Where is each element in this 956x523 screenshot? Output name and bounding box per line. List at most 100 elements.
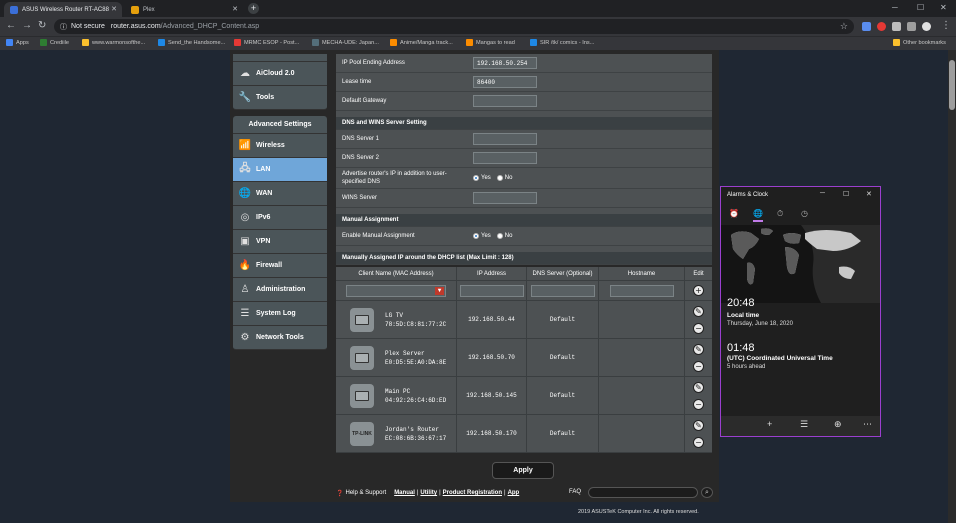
sidebar-item-network-tools[interactable]: ⚙ Network Tools [233,326,327,350]
bookmark-item[interactable]: MRMC ESOP - Post... [234,39,299,46]
add-entry-button[interactable]: + [693,285,704,296]
sidebar-item-firewall[interactable]: 🔥 Firewall [233,254,327,278]
back-arrow-icon[interactable]: ← [6,20,16,31]
close-icon[interactable]: ✕ [866,190,872,198]
sidebar-item-ipv6[interactable]: ◎ IPv6 [233,206,327,230]
pool-end-row: IP Pool Ending Address 192.168.50.254 [336,54,712,73]
product-registration-link[interactable]: Product Registration [443,490,502,496]
utility-link[interactable]: Utility [420,490,437,496]
advertise-yes-radio[interactable]: Yes [473,175,491,181]
extension-icon[interactable] [877,22,886,31]
delete-entry-button[interactable]: − [693,322,704,334]
sidebar-item-wan[interactable]: 🌐 WAN [233,182,327,206]
scrollbar-thumb[interactable] [949,60,955,110]
forward-arrow-icon[interactable]: → [22,20,32,31]
bookmark-item[interactable]: Anime/Manga track... [390,39,453,46]
local-time: 20:48 [727,297,755,309]
column-header: IP Address [457,267,527,280]
client-name: Jordan's Router [385,425,440,433]
close-window-icon[interactable]: ✕ [940,3,947,12]
minimize-icon[interactable]: ─ [820,190,825,197]
dns1-input[interactable] [473,133,537,145]
delete-entry-button[interactable]: − [693,360,704,372]
apply-button[interactable]: Apply [492,462,554,479]
dns-server-input[interactable] [530,284,595,297]
kebab-menu-icon[interactable]: ⋮ [941,20,951,31]
select-list-icon[interactable]: ☰ [800,419,808,430]
page-scrollbar[interactable] [948,50,956,523]
new-tab-button[interactable]: + [248,3,259,14]
close-icon[interactable]: ✕ [232,5,238,13]
close-icon[interactable]: ✕ [111,5,117,13]
alarm-tab-icon[interactable]: ⏰ [729,209,739,218]
compare-clocks-icon[interactable]: ⊕ [834,419,842,430]
add-icon[interactable]: + [767,419,772,429]
dns1-row: DNS Server 1 [336,130,712,149]
default-gateway-input[interactable] [473,95,537,107]
bookmark-favicon-icon [82,39,89,46]
minimize-icon[interactable]: ─ [892,3,898,12]
dropdown-arrow-icon[interactable]: ▼ [435,286,444,295]
sidebar-item-administration[interactable]: ♙ Administration [233,278,327,302]
delete-entry-button[interactable]: − [693,398,704,410]
faq-search-input[interactable] [588,487,698,498]
lease-time-input[interactable]: 86400 [473,76,537,88]
profile-avatar[interactable] [922,22,931,31]
table-row: TP-LINK Jordan's Router EC:08:6B:36:67:17… [336,415,712,453]
extension-icon[interactable] [892,22,901,31]
pool-end-label: IP Pool Ending Address [342,60,405,66]
sidebar-item-aicloud[interactable]: ☁ AiCloud 2.0 [233,62,327,86]
ip-address-input[interactable] [459,284,524,297]
edit-entry-button[interactable]: ✎ [693,419,704,431]
world-clock-tab-icon[interactable]: 🌐 [753,209,763,218]
extension-icon[interactable] [862,22,871,31]
edit-entry-button[interactable]: ✎ [693,381,704,393]
stopwatch-tab-icon[interactable]: ◷ [801,209,808,218]
extensions-puzzle-icon[interactable] [907,22,916,31]
wins-input[interactable] [473,192,537,204]
url-host: router.asus.com [110,23,161,30]
world-map-graphic [721,225,880,303]
sidebar-item-lan[interactable]: 🖧 LAN [233,158,327,182]
other-bookmarks[interactable]: Other bookmarks [893,39,946,46]
bookmark-item[interactable]: Send_the Handsome... [158,39,225,46]
edit-entry-button[interactable]: ✎ [693,343,704,355]
bookmark-star-icon[interactable]: ☆ [840,21,848,32]
tab-asus-router[interactable]: ASUS Wireless Router RT-AC88 ✕ [4,2,122,17]
delete-entry-button[interactable]: − [693,436,704,448]
client-name-input[interactable]: ▼ [346,284,446,297]
bookmark-item[interactable]: SIR /tk/ comics - Ins... [530,39,594,46]
maximize-icon[interactable]: ☐ [843,190,849,198]
more-options-icon[interactable]: ⋯ [863,419,872,430]
sidebar-item-tools[interactable]: 🔧 Tools [233,86,327,110]
edit-entry-button[interactable]: ✎ [693,305,704,317]
hostname-input[interactable] [609,284,674,297]
bookmark-item[interactable]: MECHA-UDE: Japan... [312,39,379,46]
address-bar[interactable]: ⓘ Not secure router.asus.com /Advanced_D… [54,19,854,34]
advertise-no-radio[interactable]: No [496,175,512,181]
tab-plex[interactable]: Plex ✕ [125,2,243,17]
sidebar-item-wireless[interactable]: 📶 Wireless [233,134,327,158]
browser-toolbar: ← → ↻ ⓘ Not secure router.asus.com /Adva… [0,17,956,36]
bookmark-item[interactable]: www.warmonsofthe... [82,39,145,46]
manual-link[interactable]: Manual [394,490,415,496]
hostname-cell [599,377,685,414]
app-link[interactable]: App [508,490,520,496]
reload-icon[interactable]: ↻ [38,20,46,31]
manual-yes-radio[interactable]: Yes [473,233,491,239]
search-icon[interactable]: ⌕ [701,487,713,498]
bookmark-item[interactable]: Mangas to read [466,39,515,46]
sidebar-item-partial [233,54,327,62]
radio-unselected-icon [496,175,503,181]
pool-end-input[interactable]: 192.168.50.254 [473,57,537,69]
info-icon[interactable]: ⓘ [60,22,67,32]
sidebar-item-vpn[interactable]: ▣ VPN [233,230,327,254]
timer-tab-icon[interactable]: ⏱ [777,209,783,219]
dns2-input[interactable] [473,152,537,164]
sidebar-item-label: VPN [256,238,271,245]
maximize-icon[interactable]: ☐ [917,3,924,12]
manual-no-radio[interactable]: No [496,233,512,239]
bookmark-item[interactable]: Crediile [40,39,69,46]
bookmark-apps[interactable]: Apps [6,39,29,46]
sidebar-item-system-log[interactable]: ☰ System Log [233,302,327,326]
